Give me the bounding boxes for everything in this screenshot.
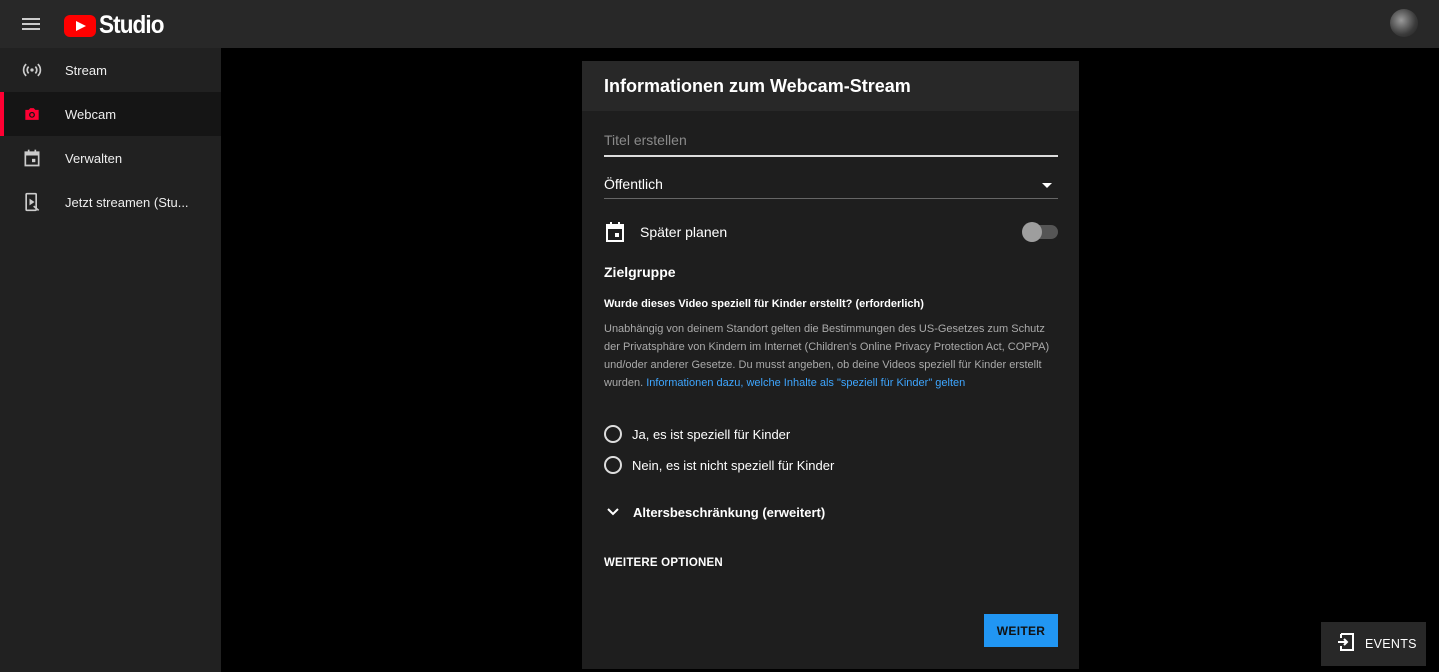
youtube-play-icon bbox=[64, 14, 96, 37]
visibility-value: Öffentlich bbox=[604, 176, 663, 192]
sidebar-item-verwalten[interactable]: Verwalten bbox=[0, 136, 221, 180]
youtube-studio-logo[interactable]: Studio bbox=[64, 11, 171, 40]
avatar[interactable] bbox=[1390, 9, 1418, 37]
broadcast-icon bbox=[22, 60, 42, 80]
age-restriction-label: Altersbeschränkung (erweitert) bbox=[633, 504, 826, 520]
sidebar-item-webcam[interactable]: Webcam bbox=[0, 92, 221, 136]
visibility-select[interactable]: Öffentlich bbox=[604, 173, 1058, 199]
events-button[interactable]: EVENTS bbox=[1321, 622, 1426, 666]
radio-label-yes: Ja, es ist speziell für Kinder bbox=[632, 426, 791, 442]
dialog-title: Informationen zum Webcam-Stream bbox=[604, 75, 911, 96]
age-restriction-expander[interactable]: Altersbeschränkung (erweitert) bbox=[604, 502, 825, 522]
schedule-later-row: Später planen bbox=[604, 221, 1058, 243]
made-for-kids-question: Wurde dieses Video speziell für Kinder e… bbox=[604, 298, 924, 310]
sidebar: Stream Webcam Verwalten Jetzt streamen (… bbox=[0, 48, 221, 672]
sidebar-item-stream[interactable]: Stream bbox=[0, 48, 221, 92]
calendar-icon bbox=[22, 148, 42, 168]
coppa-info-text: Unabhängig von deinem Standort gelten di… bbox=[604, 320, 1060, 392]
stream-now-icon bbox=[22, 192, 42, 212]
schedule-later-label: Später planen bbox=[640, 224, 728, 240]
logo-text: Studio bbox=[99, 11, 164, 39]
chevron-down-icon bbox=[604, 503, 622, 521]
top-bar: Studio bbox=[0, 0, 1439, 48]
radio-button-yes[interactable] bbox=[604, 425, 622, 443]
radio-label-no: Nein, es ist nicht speziell für Kinder bbox=[632, 457, 835, 473]
radio-made-for-kids-yes[interactable]: Ja, es ist speziell für Kinder bbox=[604, 423, 790, 445]
sidebar-item-label: Verwalten bbox=[65, 150, 123, 166]
schedule-later-toggle[interactable] bbox=[1022, 222, 1058, 242]
sidebar-item-label: Jetzt streamen (Stu... bbox=[65, 194, 189, 210]
coppa-info-link[interactable]: Informationen dazu, welche Inhalte als "… bbox=[646, 377, 965, 389]
audience-section-title: Zielgruppe bbox=[604, 264, 676, 280]
exit-to-app-icon bbox=[1337, 632, 1355, 656]
title-input[interactable] bbox=[604, 131, 1058, 157]
radio-made-for-kids-no[interactable]: Nein, es ist nicht speziell für Kinder bbox=[604, 454, 834, 476]
sidebar-item-jetzt-streamen[interactable]: Jetzt streamen (Stu... bbox=[0, 180, 221, 224]
menu-icon[interactable] bbox=[22, 15, 42, 33]
sidebar-item-label: Stream bbox=[65, 62, 107, 78]
sidebar-item-label: Webcam bbox=[65, 106, 117, 122]
more-options-link[interactable]: WEITERE OPTIONEN bbox=[604, 557, 723, 569]
next-button[interactable]: WEITER bbox=[984, 614, 1058, 647]
camera-icon bbox=[22, 104, 42, 124]
dropdown-arrow-icon bbox=[1042, 183, 1052, 188]
toggle-knob bbox=[1022, 222, 1042, 242]
dialog-header: Informationen zum Webcam-Stream bbox=[582, 61, 1079, 111]
radio-button-no[interactable] bbox=[604, 456, 622, 474]
events-label: EVENTS bbox=[1365, 637, 1417, 651]
calendar-icon bbox=[606, 222, 624, 247]
webcam-stream-info-dialog: Informationen zum Webcam-Stream Öffentli… bbox=[582, 61, 1079, 669]
